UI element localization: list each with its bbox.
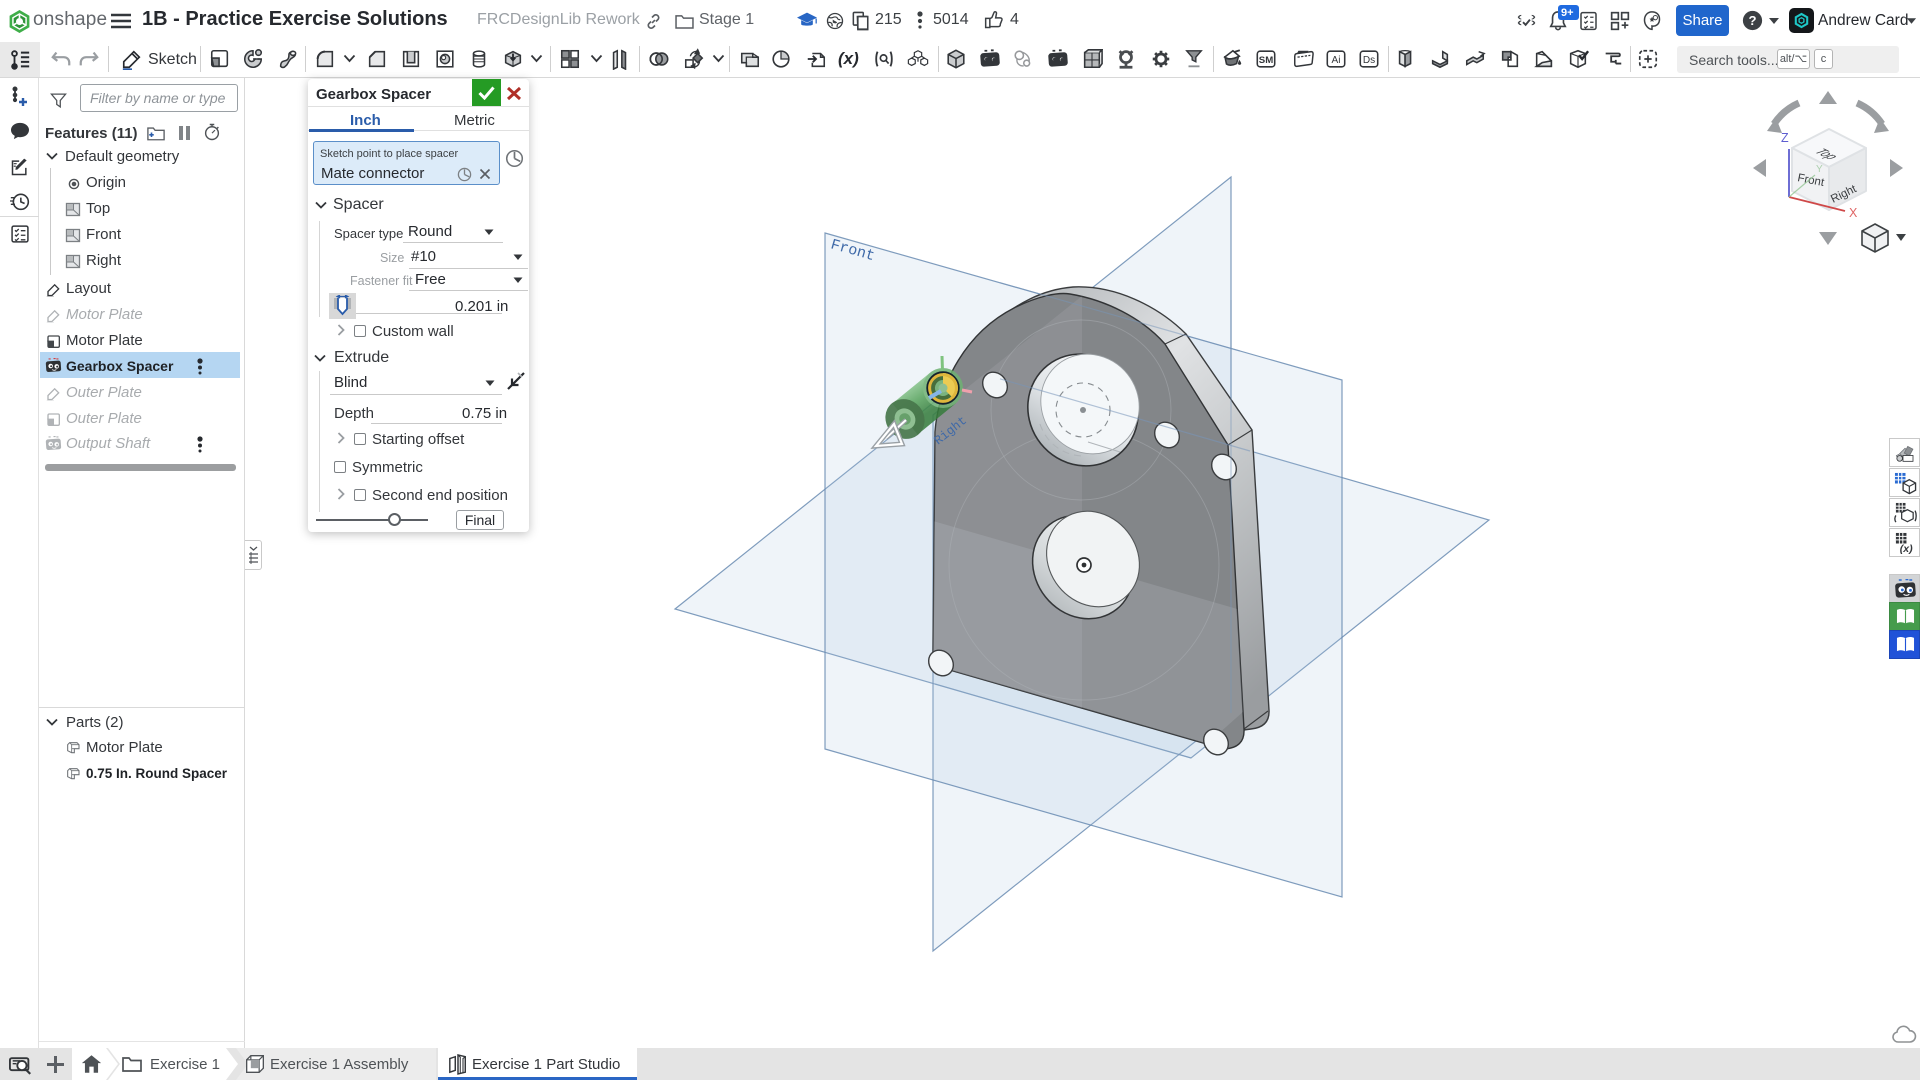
svg-text:SM: SM — [1259, 55, 1273, 66]
svg-text:X: X — [1849, 206, 1858, 220]
svg-text:Y: Y — [1816, 164, 1823, 175]
svg-text:Ds: Ds — [1363, 55, 1375, 66]
svg-text:(x): (x) — [1900, 543, 1913, 555]
svg-text:Z: Z — [1781, 131, 1789, 145]
svg-text:?: ? — [1748, 13, 1756, 28]
svg-text:Ai: Ai — [1332, 55, 1341, 66]
